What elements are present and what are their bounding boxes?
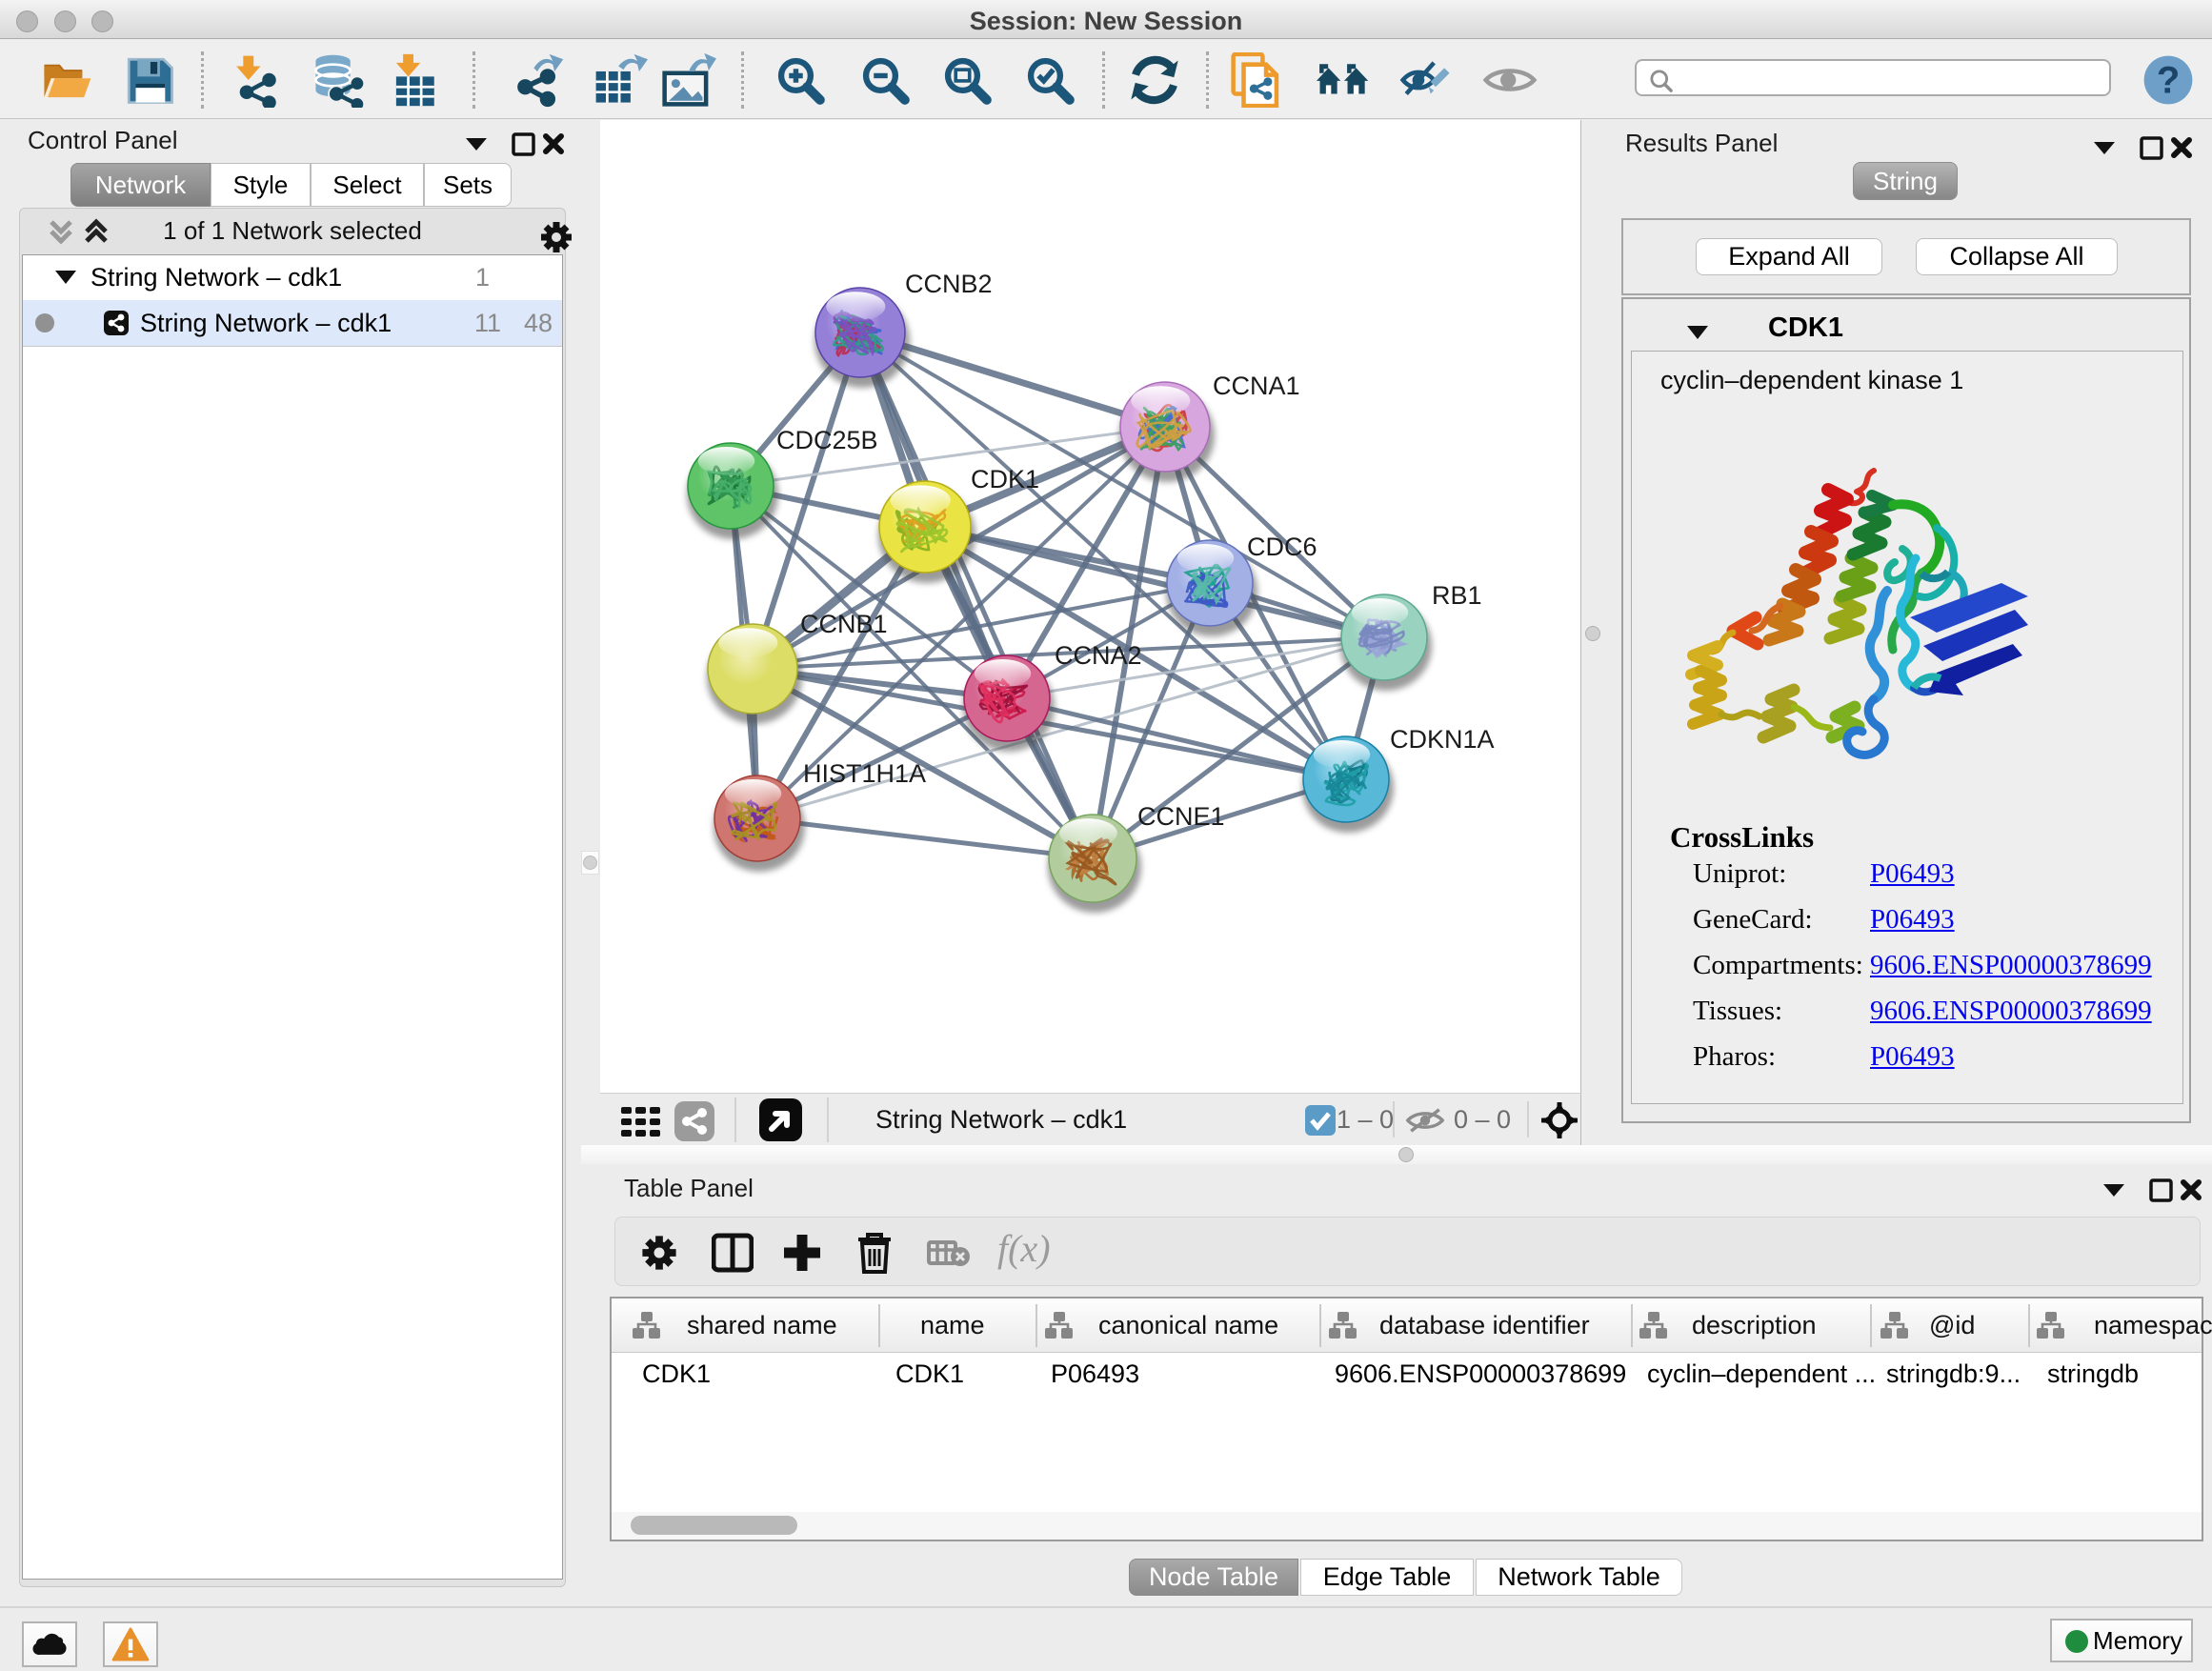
svg-text:?: ? [2157, 60, 2180, 102]
svg-text:CCNE1: CCNE1 [1137, 802, 1225, 831]
svg-text:HIST1H1A: HIST1H1A [803, 759, 926, 788]
svg-text:CCNB2: CCNB2 [905, 270, 993, 298]
svg-text:CDKN1A: CDKN1A [1390, 725, 1495, 754]
svg-text:CCNA2: CCNA2 [1055, 641, 1142, 670]
svg-text:RB1: RB1 [1432, 581, 1482, 610]
svg-text:CCNA1: CCNA1 [1213, 372, 1300, 400]
svg-text:CDK1: CDK1 [971, 465, 1039, 493]
svg-text:CDC6: CDC6 [1247, 533, 1317, 561]
svg-text:CDC25B: CDC25B [776, 426, 878, 454]
svg-text:CCNB1: CCNB1 [800, 610, 888, 638]
